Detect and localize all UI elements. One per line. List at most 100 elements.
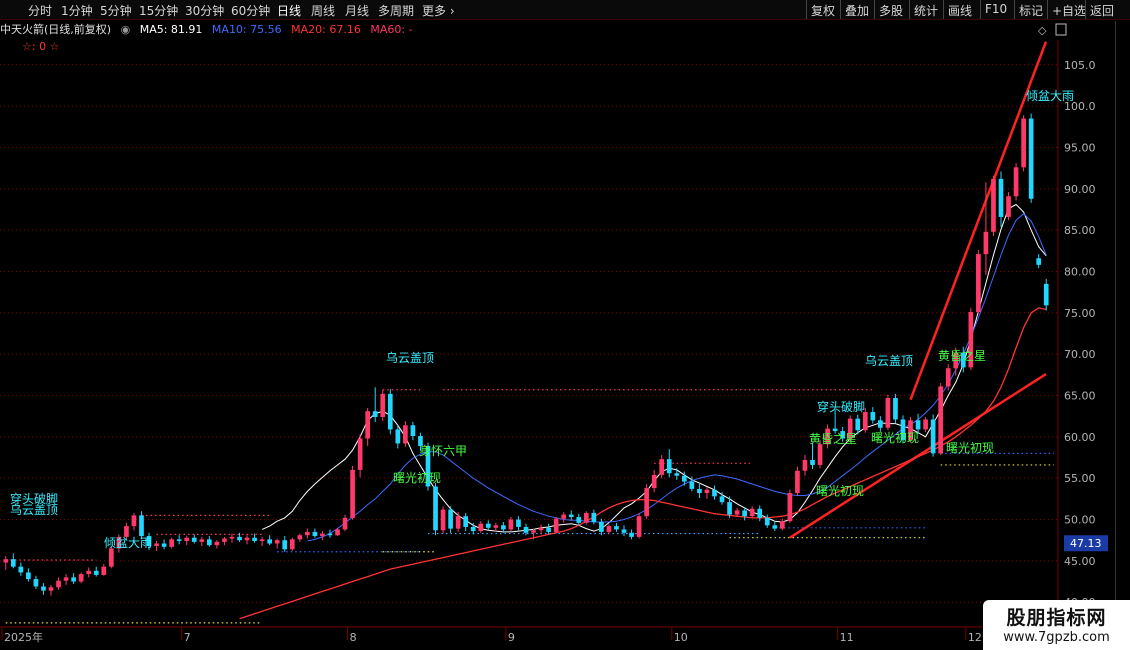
candle-body[interactable] [320,533,325,537]
candle-body[interactable] [561,514,567,519]
candle-body[interactable] [651,474,657,489]
candle-body[interactable] [832,428,838,432]
candle-body[interactable] [893,397,898,420]
candle-body[interactable] [516,519,521,527]
candle-body[interactable] [930,419,936,454]
candle-body[interactable] [342,517,348,530]
candle-body[interactable] [1036,258,1042,265]
candle-body[interactable] [862,412,868,431]
candle-body[interactable] [26,572,31,580]
candle-body[interactable] [222,538,227,542]
candle-body[interactable] [56,580,61,588]
candle-body[interactable] [335,529,340,536]
candle-body[interactable] [734,510,740,515]
candle-body[interactable] [629,532,634,537]
candle-body[interactable] [553,518,559,532]
candle-body[interactable] [380,393,386,418]
candle-body[interactable] [440,509,446,531]
candle-body[interactable] [131,515,137,527]
candle-body[interactable] [71,577,76,582]
candle-body[interactable] [591,512,597,523]
candlestick-chart[interactable]: 40.0045.0050.0055.0060.0065.0070.0075.00… [0,0,1130,650]
candle-body[interactable] [689,481,695,489]
candle-body[interactable] [802,459,808,471]
candle-body[interactable] [327,533,333,536]
candle-body[interactable] [599,522,604,532]
candle-body[interactable] [674,473,680,476]
candle-body[interactable] [659,459,665,475]
candle-body[interactable] [727,502,732,515]
candle-body[interactable] [252,537,257,542]
candle-body[interactable] [267,539,272,544]
candle-body[interactable] [485,523,491,528]
candle-body[interactable] [448,509,453,529]
candle-body[interactable] [169,539,174,547]
candle-body[interactable] [154,543,159,546]
candle-body[interactable] [63,577,69,581]
candle-body[interactable] [214,541,220,546]
candle-body[interactable] [742,510,747,517]
candle-body[interactable] [18,566,24,573]
candle-body[interactable] [945,368,951,387]
candle-body[interactable] [176,539,182,542]
candle-body[interactable] [636,516,642,537]
candle-body[interactable] [878,420,883,428]
candle-body[interactable] [998,178,1004,217]
candle-body[interactable] [991,178,996,232]
candle-body[interactable] [244,537,250,541]
candle-body[interactable] [666,459,672,474]
candle-body[interactable] [757,508,763,518]
candle-body[interactable] [297,535,303,540]
candle-body[interactable] [749,508,755,517]
candle-body[interactable] [289,539,295,550]
candle-body[interactable] [780,521,785,529]
candle-body[interactable] [259,539,265,542]
candle-body[interactable] [305,531,310,536]
candle-body[interactable] [1028,118,1034,199]
candle-body[interactable] [787,493,793,522]
candle-body[interactable] [433,486,438,531]
candle-body[interactable] [923,419,928,430]
candle-body[interactable] [546,527,551,532]
candle-body[interactable] [576,517,582,523]
candle-body[interactable] [508,519,514,530]
candle-body[interactable] [282,540,288,550]
candle-body[interactable] [1006,196,1011,217]
candle-body[interactable] [101,566,107,575]
candle-body[interactable] [938,386,944,454]
candle-body[interactable] [704,489,710,494]
candle-body[interactable] [455,516,461,529]
candle-body[interactable] [139,515,144,537]
candle-body[interactable] [365,411,371,439]
candle-body[interactable] [229,536,235,539]
candle-body[interactable] [108,548,114,567]
candle-body[interactable] [583,512,589,523]
candle-body[interactable] [568,514,574,518]
candle-body[interactable] [681,475,687,482]
diamond-icon[interactable]: ◇ [1038,24,1047,37]
candle-body[interactable] [184,537,190,542]
candle-body[interactable] [463,516,469,527]
candle-body[interactable] [614,526,619,530]
candle-body[interactable] [199,539,205,542]
candle-body[interactable] [538,527,544,531]
candle-body[interactable] [312,531,318,537]
candle-body[interactable] [191,537,197,542]
candle-body[interactable] [86,570,92,575]
candle-body[interactable] [915,420,921,430]
candle-body[interactable] [810,459,815,465]
candle-body[interactable] [78,574,84,582]
candle-body[interactable] [237,536,242,541]
candle-body[interactable] [501,525,506,530]
candle-body[interactable] [870,412,876,421]
candle-body[interactable] [712,489,717,497]
candle-body[interactable] [606,526,612,532]
candle-body[interactable] [387,393,393,430]
candle-body[interactable] [983,231,989,255]
candle-body[interactable] [33,579,39,587]
candle-body[interactable] [523,526,529,533]
candle-body[interactable] [719,496,725,503]
panel-toggle-icon[interactable] [1055,23,1067,36]
candle-body[interactable] [493,525,499,528]
candle-body[interactable] [817,444,823,465]
